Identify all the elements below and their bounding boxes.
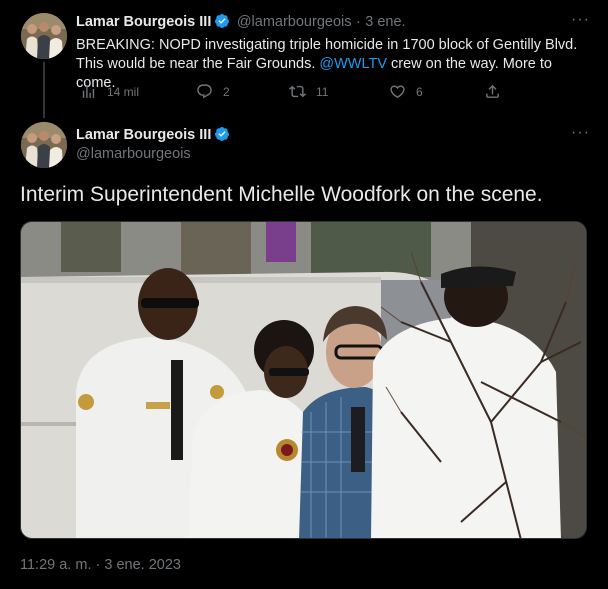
reply-icon (197, 84, 212, 99)
tweet-header: Lamar Bourgeois III @lamarbourgeois · 3 … (76, 13, 406, 31)
scene-photo (21, 222, 586, 538)
author-name[interactable]: Lamar Bourgeois III (76, 127, 211, 143)
avatar[interactable] (21, 122, 67, 168)
verified-badge-icon (215, 127, 230, 141)
thread-line (43, 62, 45, 118)
action-bar: 14 mil 2 11 6 (76, 83, 516, 103)
reply-button[interactable]: 2 (196, 83, 230, 100)
avatar[interactable] (21, 13, 67, 59)
author-name[interactable]: Lamar Bourgeois III (76, 14, 211, 30)
like-count: 6 (416, 84, 423, 99)
heart-icon (390, 85, 405, 98)
reply-count: 2 (223, 84, 230, 99)
tweet-photo[interactable] (20, 221, 587, 539)
more-options-button[interactable]: ··· (571, 11, 590, 29)
verified-badge-icon (215, 14, 230, 28)
retweet-count: 11 (316, 84, 329, 99)
avatar-photo (21, 122, 67, 168)
tweet-timestamp[interactable]: 11:29 a. m. · 3 ene. 2023 (20, 557, 181, 573)
like-button[interactable]: 6 (389, 83, 423, 100)
tweet-header: Lamar Bourgeois III (76, 126, 232, 144)
views-button[interactable]: 14 mil (80, 83, 139, 100)
tweet-text: Interim Superintendent Michelle Woodfork… (20, 183, 543, 206)
share-button[interactable] (484, 83, 511, 100)
mention-link[interactable]: @WWLTV (319, 56, 387, 72)
more-options-button[interactable]: ··· (571, 124, 590, 142)
retweet-icon (289, 85, 306, 98)
separator-dot: · (355, 14, 361, 30)
author-handle[interactable]: @lamarbourgeois (237, 14, 352, 30)
author-handle[interactable]: @lamarbourgeois (76, 146, 191, 162)
share-icon (486, 84, 499, 98)
avatar-photo (21, 13, 67, 59)
views-count: 14 mil (107, 84, 140, 99)
retweet-button[interactable]: 11 (289, 83, 328, 100)
tweet-time[interactable]: 3 ene. (365, 14, 405, 30)
analytics-icon (82, 85, 95, 98)
